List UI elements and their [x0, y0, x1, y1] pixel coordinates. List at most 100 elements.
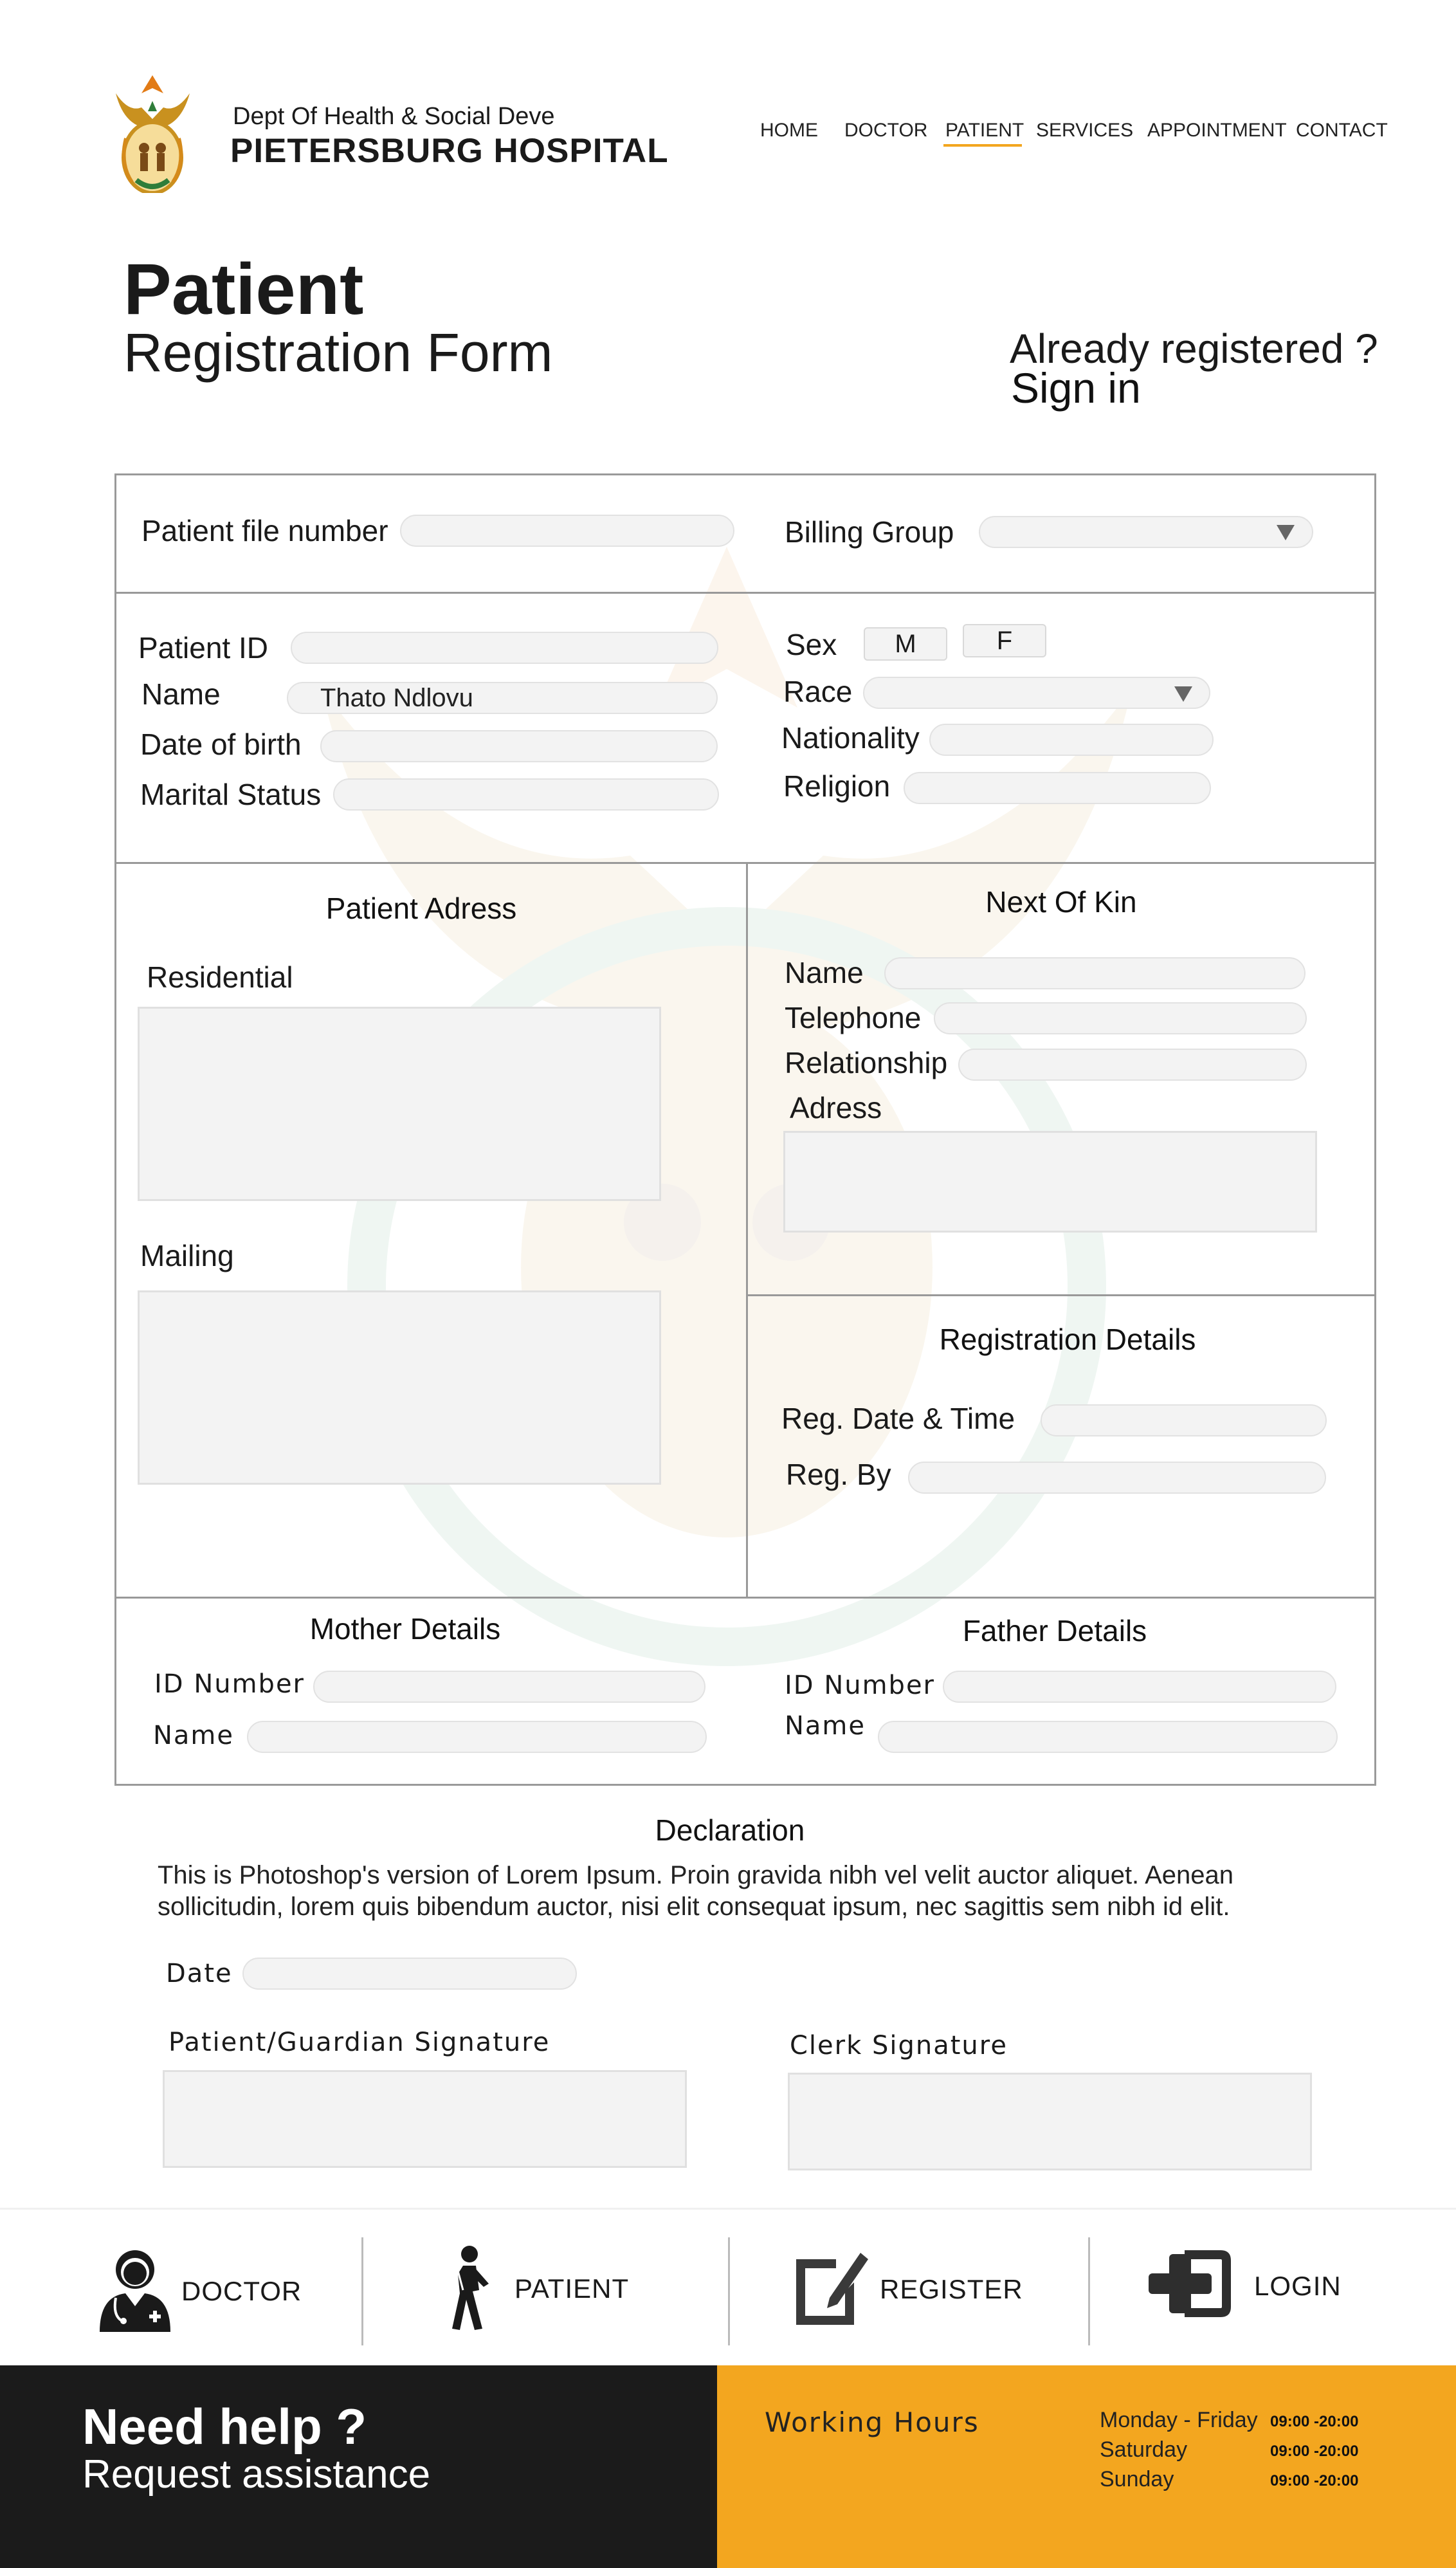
patient-id-field[interactable]	[291, 632, 718, 664]
mother-id-field[interactable]	[313, 1671, 705, 1703]
patient-signature-box[interactable]	[163, 2070, 687, 2168]
form-divider	[114, 592, 1376, 594]
nav-contact[interactable]: CONTACT	[1296, 120, 1388, 142]
nationality-label: Nationality	[781, 721, 920, 755]
quicklink-divider	[361, 2237, 363, 2345]
father-id-field[interactable]	[943, 1671, 1336, 1703]
kin-relationship-label: Relationship	[785, 1046, 948, 1079]
quicklink-divider	[1088, 2237, 1090, 2345]
declaration-text-line1: This is Photoshop's version of Lorem Ips…	[158, 1861, 1233, 1889]
reg-by-field[interactable]	[908, 1462, 1326, 1494]
patient-signature-label: Patient/Guardian Signature	[168, 2028, 551, 2057]
quicklink-register-label: REGISTER	[880, 2274, 1023, 2304]
reg-date-label: Reg. Date & Time	[781, 1402, 1015, 1435]
mother-id-label: ID Number	[154, 1669, 305, 1699]
sex-label: Sex	[786, 628, 837, 661]
name-field[interactable]: Thato Ndlovu	[287, 682, 718, 714]
religion-label: Religion	[783, 769, 891, 803]
race-label: Race	[783, 675, 853, 708]
kin-name-field[interactable]	[884, 957, 1306, 989]
quicklink-login-label: LOGIN	[1254, 2271, 1342, 2301]
quicklink-divider	[728, 2237, 730, 2345]
mother-name-label: Name	[153, 1721, 235, 1750]
nationality-field[interactable]	[929, 724, 1214, 756]
dob-label: Date of birth	[140, 728, 302, 761]
religion-field[interactable]	[904, 772, 1211, 804]
reg-by-label: Reg. By	[786, 1458, 891, 1491]
need-help-heading: Need help ?	[82, 2398, 367, 2455]
billing-group-select[interactable]	[979, 516, 1313, 548]
request-assistance-link[interactable]: Request assistance	[82, 2452, 430, 2497]
medical-cross-login-icon	[1145, 2245, 1235, 2322]
declaration-date-field[interactable]	[242, 1958, 577, 1990]
file-number-field[interactable]	[400, 515, 734, 547]
nav-doctor[interactable]: DOCTOR	[844, 120, 927, 142]
kin-telephone-label: Telephone	[785, 1001, 922, 1034]
kin-relationship-field[interactable]	[958, 1049, 1307, 1081]
quicklink-doctor-label: DOCTOR	[181, 2276, 302, 2306]
dob-field[interactable]	[320, 730, 718, 762]
declaration-title: Declaration	[655, 1813, 805, 1847]
registration-details-title: Registration Details	[939, 1323, 1196, 1356]
patient-address-title: Patient Adress	[325, 892, 517, 925]
nav-services[interactable]: SERVICES	[1036, 120, 1133, 142]
nav-active-underline	[943, 144, 1022, 147]
form-divider	[746, 862, 748, 1597]
page-subtitle: Registration Form	[123, 322, 553, 383]
hours-day-3: Sunday	[1100, 2467, 1174, 2491]
walking-patient-icon	[444, 2245, 495, 2332]
nav-patient[interactable]: PATIENT	[945, 120, 1024, 142]
form-divider	[114, 1597, 1376, 1599]
clerk-signature-label: Clerk Signature	[790, 2031, 1008, 2060]
father-name-field[interactable]	[878, 1721, 1338, 1753]
working-hours-panel: Working Hours Monday - Friday 09:00 -20:…	[717, 2365, 1456, 2568]
residential-textarea[interactable]	[138, 1007, 661, 1201]
reg-date-field[interactable]	[1041, 1404, 1327, 1436]
working-hours-title: Working Hours	[765, 2407, 979, 2438]
file-number-label: Patient file number	[141, 514, 388, 547]
quicklink-patient-label: PATIENT	[514, 2273, 630, 2304]
kin-address-textarea[interactable]	[783, 1131, 1317, 1233]
header: Dept Of Health & Social Deve PIETERSBURG…	[0, 0, 1456, 206]
form-divider	[114, 862, 1376, 864]
name-label: Name	[141, 677, 221, 711]
dept-name: Dept Of Health & Social Deve	[233, 103, 555, 130]
nav-home[interactable]: HOME	[760, 120, 818, 142]
mother-details-title: Mother Details	[309, 1612, 501, 1646]
quicklink-doctor[interactable]: DOCTOR	[90, 2239, 309, 2342]
nav-appointment[interactable]: APPOINTMENT	[1147, 120, 1287, 142]
clerk-signature-box[interactable]	[788, 2073, 1312, 2170]
sex-option-male[interactable]: M	[864, 627, 947, 661]
mother-name-field[interactable]	[247, 1721, 707, 1753]
sign-in-link[interactable]: Sign in	[1011, 363, 1141, 412]
chevron-down-icon	[1174, 686, 1192, 702]
form-divider	[746, 1294, 1376, 1296]
father-id-label: ID Number	[785, 1671, 935, 1700]
quicklink-patient[interactable]: PATIENT	[444, 2239, 662, 2342]
kin-telephone-field[interactable]	[934, 1002, 1307, 1034]
declaration-date-label: Date	[166, 1959, 233, 1988]
next-of-kin-title: Next Of Kin	[985, 885, 1137, 919]
hospital-name: PIETERSBURG HOSPITAL	[230, 132, 669, 170]
quicklink-login[interactable]: LOGIN	[1145, 2239, 1363, 2342]
kin-name-label: Name	[785, 956, 864, 989]
hours-day-2: Saturday	[1100, 2437, 1188, 2462]
mailing-label: Mailing	[140, 1239, 234, 1272]
residential-label: Residential	[147, 960, 293, 994]
mailing-textarea[interactable]	[138, 1290, 661, 1485]
marital-status-label: Marital Status	[140, 778, 322, 811]
billing-group-label: Billing Group	[785, 515, 954, 549]
quicklink-register[interactable]: REGISTER	[791, 2239, 1035, 2342]
declaration-text-line2: sollicitudin, lorem quis bibendum auctor…	[158, 1893, 1230, 1921]
help-panel[interactable]: Need help ? Request assistance	[0, 2365, 717, 2568]
doctor-icon	[96, 2245, 174, 2332]
father-details-title: Father Details	[962, 1614, 1147, 1647]
hours-time-3: 09:00 -20:00	[1270, 2472, 1359, 2490]
sex-option-female[interactable]: F	[963, 624, 1046, 657]
coat-of-arms-icon[interactable]	[103, 68, 203, 195]
marital-status-field[interactable]	[333, 778, 719, 811]
page-title: Patient	[123, 249, 364, 329]
hours-time-2: 09:00 -20:00	[1270, 2443, 1359, 2460]
chevron-down-icon	[1277, 525, 1295, 540]
race-select[interactable]	[863, 677, 1210, 709]
